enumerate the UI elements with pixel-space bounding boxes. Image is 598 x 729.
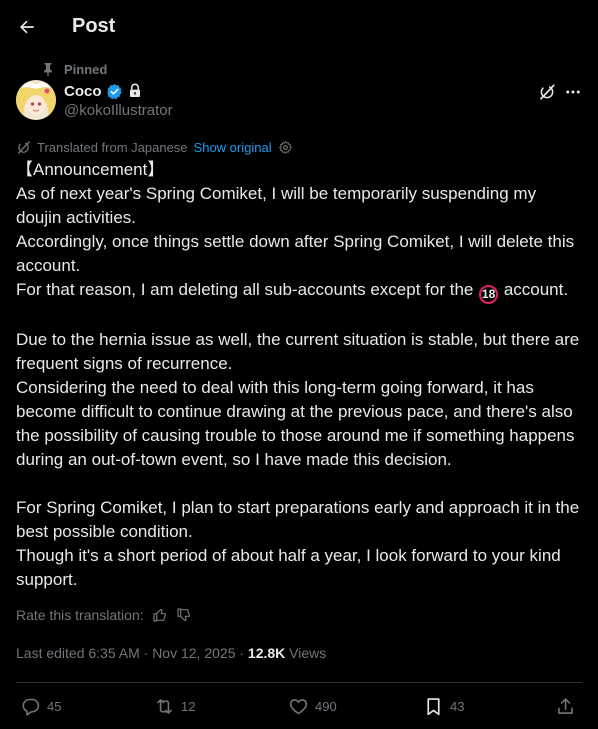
top-bar: Post xyxy=(0,0,598,54)
post-metadata: Last edited 6:35 AM · Nov 12, 2025 · 12.… xyxy=(16,645,326,663)
pin-icon xyxy=(44,63,52,77)
share-icon xyxy=(558,697,573,714)
more-options-button[interactable] xyxy=(561,81,585,103)
announcement-heading: 【Announcement】 xyxy=(16,160,165,179)
gear-icon[interactable] xyxy=(278,140,293,155)
text-segment: For that reason, I am deleting all sub-a… xyxy=(16,280,479,299)
edited-timestamp[interactable]: Last edited 6:35 AM · Nov 12, 2025 · xyxy=(16,645,248,661)
bookmark-button[interactable]: 43 xyxy=(423,694,464,718)
avatar-image xyxy=(16,80,56,120)
grok-translate-icon xyxy=(17,140,30,154)
views-label: Views xyxy=(285,645,327,661)
thumbs-up-icon[interactable] xyxy=(152,607,168,623)
views-count: 12.8K xyxy=(247,645,286,661)
divider xyxy=(16,682,582,683)
bookmark-icon xyxy=(427,697,440,715)
show-original-link[interactable]: Show original xyxy=(194,140,272,155)
thumbs-down-icon[interactable] xyxy=(176,607,192,623)
grok-button[interactable] xyxy=(535,81,559,103)
repost-count: 12 xyxy=(181,698,196,714)
more-horizontal-icon xyxy=(566,90,580,94)
post-paragraph: Considering the need to deal with this l… xyxy=(16,378,580,469)
share-button[interactable] xyxy=(555,694,576,718)
post-paragraph: Though it's a short period of about half… xyxy=(16,546,566,589)
repost-button[interactable]: 12 xyxy=(154,694,195,718)
pinned-label: Pinned xyxy=(64,61,108,77)
avatar[interactable] xyxy=(16,80,56,120)
post-text: 【Announcement】 As of next year's Spring … xyxy=(16,158,586,592)
author-name-row: Coco xyxy=(64,80,143,102)
pinned-indicator: Pinned xyxy=(40,60,107,78)
reply-icon xyxy=(22,698,40,716)
age-18-badge: 18 xyxy=(479,285,499,304)
post-paragraph: As of next year's Spring Comiket, I will… xyxy=(16,184,541,227)
verified-badge-icon[interactable] xyxy=(106,83,123,100)
page-title: Post xyxy=(72,15,116,37)
bookmark-count: 43 xyxy=(450,698,465,714)
rate-translation-row: Rate this translation: xyxy=(16,606,192,624)
repost-icon xyxy=(157,698,172,714)
post-paragraph: For Spring Comiket, I plan to start prep… xyxy=(16,498,584,541)
back-button[interactable] xyxy=(12,12,42,42)
text-segment: account. xyxy=(499,280,569,299)
heart-icon xyxy=(289,698,308,714)
like-count: 490 xyxy=(315,698,337,714)
reply-button[interactable]: 45 xyxy=(20,694,61,718)
arrow-left-icon xyxy=(20,20,34,34)
post-paragraph: For that reason, I am deleting all sub-a… xyxy=(16,278,586,304)
translation-notice: Translated from Japanese Show original xyxy=(16,138,293,156)
reply-count: 45 xyxy=(47,698,62,714)
grok-icon xyxy=(540,84,555,100)
like-button[interactable]: 490 xyxy=(288,694,337,718)
post-paragraph: Accordingly, once things settle down aft… xyxy=(16,232,579,275)
lock-icon xyxy=(129,83,140,97)
translated-from-label: Translated from Japanese xyxy=(37,139,188,155)
author-handle[interactable]: @kokoIllustrator xyxy=(64,102,173,119)
post-paragraph: Due to the hernia issue as well, the cur… xyxy=(16,330,584,373)
rate-translation-label: Rate this translation: xyxy=(16,607,144,623)
author-display-name[interactable]: Coco xyxy=(64,83,102,100)
